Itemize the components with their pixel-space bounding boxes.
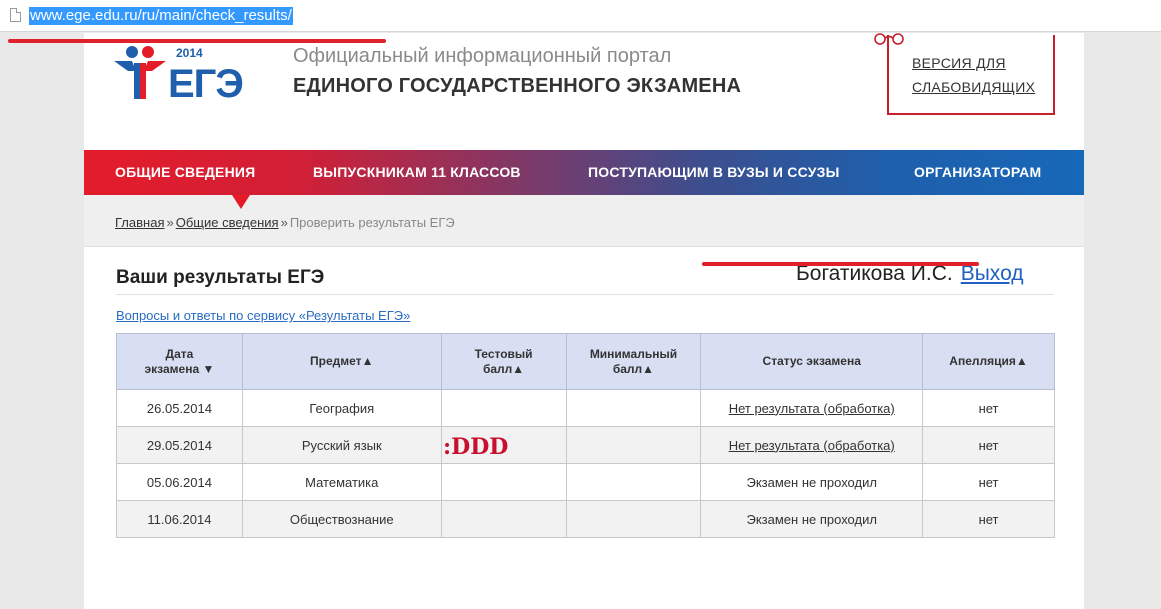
cell-status: Нет результата (обработка) (700, 389, 924, 427)
vision-line-2: СЛАБОВИДЯЩИХ (912, 79, 1036, 95)
ege-logo-icon: 2014 ЕГЭ (114, 46, 244, 106)
cell-min-score (565, 426, 702, 464)
breadcrumb: Главная» Общие сведения» Проверить результ… (115, 215, 455, 230)
cell-date: 29.05.2014 (116, 426, 243, 464)
column-header-status: Статус экзамена (700, 333, 924, 390)
cell-status: Экзамен не проходил (700, 500, 924, 538)
table-row: 11.06.2014 Обществознание Экзамен не про… (116, 500, 1055, 538)
url-highlight-mark (8, 39, 386, 43)
page-title: Ваши результаты ЕГЭ (116, 267, 325, 288)
cell-subject: Русский язык (241, 426, 442, 464)
breadcrumb-current: Проверить результаты ЕГЭ (289, 215, 455, 230)
column-header-test-score[interactable]: Тестовый балл▲ (440, 333, 567, 390)
cell-appeal: нет (922, 463, 1055, 501)
table-row: 29.05.2014 Русский язык Нет результата (… (116, 426, 1055, 464)
portal-subtitle: Официальный информационный портал (293, 45, 672, 67)
table-row: 05.06.2014 Математика Экзамен не проходи… (116, 463, 1055, 501)
table-row: 26.05.2014 География Нет результата (обр… (116, 389, 1055, 427)
faq-link[interactable]: Вопросы и ответы по сервису «Результаты … (116, 308, 410, 323)
url-text[interactable]: www.ege.edu.ru/ru/main/check_results/ (29, 7, 293, 25)
cell-appeal: нет (922, 426, 1055, 464)
status-link[interactable]: Нет результата (обработка) (729, 438, 895, 453)
page-icon (10, 8, 21, 22)
cell-test-score (440, 389, 567, 427)
cell-min-score (565, 389, 702, 427)
cell-test-score (440, 500, 567, 538)
cell-min-score (565, 463, 702, 501)
annotation-text: :DDD (443, 434, 509, 460)
vision-line-1: ВЕРСИЯ ДЛЯ (912, 55, 1006, 71)
breadcrumb-separator: » (166, 215, 174, 230)
vision-version-link[interactable]: ВЕРСИЯ ДЛЯ СЛАБОВИДЯЩИХ (912, 51, 1035, 99)
status-link[interactable]: Нет результата (обработка) (729, 401, 895, 416)
breadcrumb-home[interactable]: Главная (115, 215, 164, 230)
portal-title: ЕДИНОГО ГОСУДАРСТВЕННОГО ЭКЗАМЕНА (293, 75, 742, 97)
column-header-min-score[interactable]: Минимальный балл▲ (565, 333, 702, 390)
cell-date: 05.06.2014 (116, 463, 243, 501)
column-header-appeal[interactable]: Апелляция▲ (922, 333, 1055, 390)
nav-item-applicants[interactable]: ПОСТУПАЮЩИМ В ВУЗЫ И ССУЗЫ (588, 150, 840, 195)
logo-text: ЕГЭ (168, 62, 243, 101)
title-divider (116, 294, 1054, 295)
page: 2014 ЕГЭ Официальный информационный порт… (84, 33, 1084, 609)
cell-subject: Математика (241, 463, 442, 501)
cell-appeal: нет (922, 500, 1055, 538)
active-nav-indicator (232, 195, 250, 209)
breadcrumb-section[interactable]: Общие сведения (176, 215, 279, 230)
cell-status: Экзамен не проходил (700, 463, 924, 501)
glasses-icon (874, 33, 904, 45)
main-nav: ОБЩИЕ СВЕДЕНИЯ ВЫПУСКНИКАМ 11 КЛАССОВ ПО… (84, 150, 1084, 195)
vision-version-box: ВЕРСИЯ ДЛЯ СЛАБОВИДЯЩИХ (874, 33, 1055, 115)
cell-test-score (440, 463, 567, 501)
cell-date: 11.06.2014 (116, 500, 243, 538)
results-table: Дата экзамена ▼ Предмет▲ Тестовый балл▲ Ми… (116, 333, 1055, 538)
column-header-subject[interactable]: Предмет▲ (241, 333, 442, 390)
nav-item-graduates[interactable]: ВЫПУСКНИКАМ 11 КЛАССОВ (313, 150, 521, 195)
cell-appeal: нет (922, 389, 1055, 427)
column-header-date[interactable]: Дата экзамена ▼ (116, 333, 243, 390)
nav-item-organizers[interactable]: ОРГАНИЗАТОРАМ (914, 150, 1041, 195)
breadcrumb-separator: » (280, 215, 288, 230)
cell-min-score (565, 500, 702, 538)
table-header-row: Дата экзамена ▼ Предмет▲ Тестовый балл▲ Ми… (116, 333, 1055, 390)
cell-date: 26.05.2014 (116, 389, 243, 427)
user-highlight-mark (702, 262, 979, 266)
ege-logo[interactable]: 2014 ЕГЭ (112, 43, 254, 106)
nav-item-general[interactable]: ОБЩИЕ СВЕДЕНИЯ (115, 150, 255, 195)
address-bar[interactable]: www.ege.edu.ru/ru/main/check_results/ (0, 0, 1161, 32)
logo-year: 2014 (176, 46, 203, 60)
cell-subject: Обществознание (241, 500, 442, 538)
cell-status: Нет результата (обработка) (700, 426, 924, 464)
cell-subject: География (241, 389, 442, 427)
